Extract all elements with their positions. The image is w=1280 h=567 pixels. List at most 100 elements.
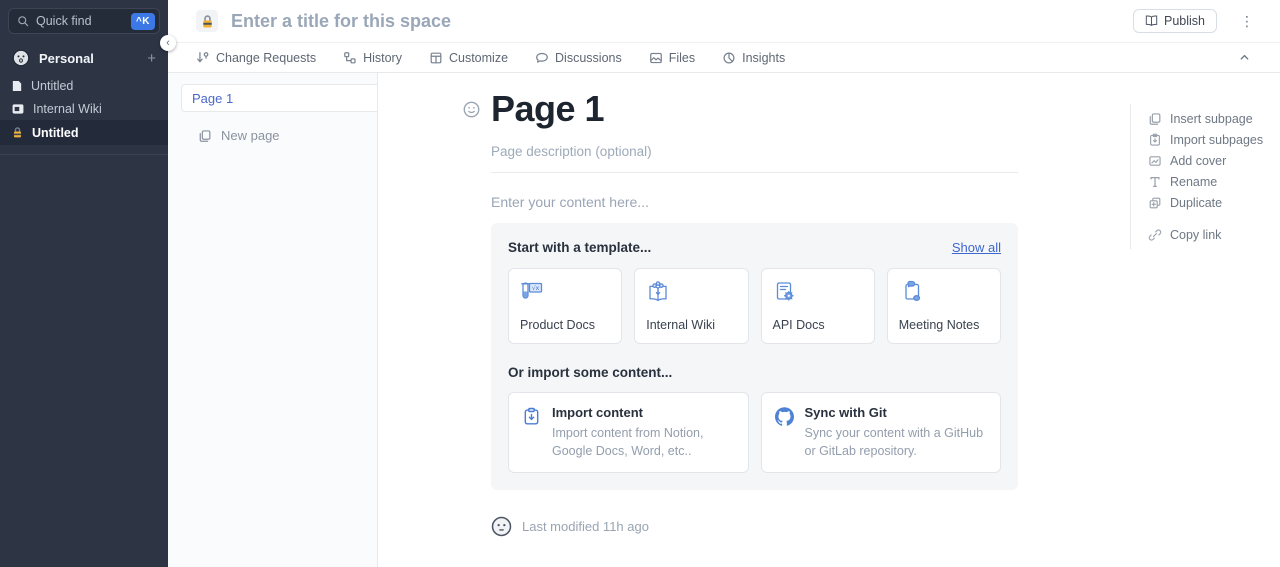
add-space-button[interactable]: + [147, 51, 156, 66]
collapse-header-button[interactable] [1239, 52, 1250, 63]
sidebar-divider [0, 154, 168, 155]
avatar-face-icon [12, 49, 30, 67]
template-section-title: Start with a template... [508, 240, 651, 255]
smiley-icon[interactable] [463, 101, 480, 118]
insights-icon [722, 51, 736, 65]
pages-icon [198, 129, 212, 143]
duplicate-icon [1148, 196, 1162, 210]
space-emoji-button[interactable] [196, 10, 218, 32]
template-card-internal-wiki[interactable]: Internal Wiki [634, 268, 748, 344]
import-section-title: Or import some content... [508, 365, 1001, 380]
book-icon [12, 104, 24, 114]
space-body: Page 1 New page Page 1 [168, 73, 1280, 567]
space-tabbar: Change Requests History Customize Discus… [168, 42, 1280, 73]
internal-wiki-icon [646, 280, 736, 304]
sidebar-section-personal[interactable]: Personal + [0, 42, 168, 74]
sidebar-item-label: Untitled [31, 79, 73, 93]
change-request-icon [196, 51, 210, 65]
page-description-input[interactable]: Page description (optional) [491, 144, 1018, 159]
page-title[interactable]: Page 1 [491, 88, 604, 130]
github-icon [775, 407, 794, 460]
new-page-button[interactable]: New page [168, 128, 377, 143]
collapse-sidebar-button[interactable]: ‹ [160, 35, 176, 51]
action-label: Add cover [1170, 154, 1226, 168]
page-editor: Page 1 Page description (optional) Enter… [378, 73, 1280, 567]
show-all-link[interactable]: Show all [952, 240, 1001, 255]
import-card-title: Import content [552, 405, 735, 420]
template-card-label: Internal Wiki [646, 318, 736, 332]
copy-link-button[interactable]: Copy link [1148, 224, 1263, 245]
app-window: Quick find ^K Personal + Untitled Intern… [0, 0, 1280, 567]
duplicate-button[interactable]: Duplicate [1148, 192, 1263, 213]
tab-history[interactable]: History [343, 51, 402, 65]
search-icon [17, 15, 29, 27]
action-label: Copy link [1170, 228, 1221, 242]
add-cover-button[interactable]: Add cover [1148, 150, 1263, 171]
page-list-label: New page [221, 128, 280, 143]
import-content-card[interactable]: Import content Import content from Notio… [508, 392, 749, 473]
page-list-item-selected[interactable]: Page 1 [181, 84, 377, 112]
publish-label: Publish [1164, 14, 1205, 28]
page-icon [12, 80, 22, 92]
import-clipboard-icon [522, 407, 541, 460]
action-label: Duplicate [1170, 196, 1222, 210]
import-card-description: Import content from Notion, Google Docs,… [552, 424, 735, 460]
template-card-api-docs[interactable]: API Docs [761, 268, 875, 344]
template-card-product-docs[interactable]: √x Product Docs [508, 268, 622, 344]
tab-label: Files [669, 51, 695, 65]
publish-button[interactable]: Publish [1133, 9, 1217, 33]
tab-label: Change Requests [216, 51, 316, 65]
page-title-row: Page 1 [463, 88, 1018, 130]
pages-sidebar: Page 1 New page [168, 73, 378, 567]
avatar-face-icon[interactable] [491, 516, 512, 537]
import-cards: Import content Import content from Notio… [508, 392, 1001, 473]
lock-icon [12, 126, 23, 139]
rename-button[interactable]: Rename [1148, 171, 1263, 192]
template-header: Start with a template... Show all [508, 240, 1001, 255]
page-actions-menu: Insert subpage Import subpages Add cover [1130, 104, 1263, 249]
tab-label: Customize [449, 51, 508, 65]
insert-subpage-button[interactable]: Insert subpage [1148, 108, 1263, 129]
action-label: Import subpages [1170, 133, 1263, 147]
sidebar-item-untitled-2[interactable]: Untitled [0, 120, 168, 145]
import-subpages-button[interactable]: Import subpages [1148, 129, 1263, 150]
files-icon [649, 51, 663, 65]
copy-link-icon [1148, 228, 1162, 242]
publish-book-icon [1145, 15, 1158, 27]
tab-change-requests[interactable]: Change Requests [196, 51, 316, 65]
action-label: Rename [1170, 175, 1217, 189]
sync-with-git-card[interactable]: Sync with Git Sync your content with a G… [761, 392, 1002, 473]
template-card-label: Meeting Notes [899, 318, 989, 332]
add-cover-icon [1148, 154, 1162, 168]
tab-insights[interactable]: Insights [722, 51, 785, 65]
getting-started-panel: Start with a template... Show all √x Pro… [491, 223, 1018, 490]
page-content-column: Page 1 Page description (optional) Enter… [491, 73, 1018, 537]
product-docs-icon: √x [520, 280, 610, 304]
template-card-label: API Docs [773, 318, 863, 332]
discussion-icon [535, 51, 549, 65]
meeting-notes-icon [899, 280, 989, 304]
space-title-input[interactable]: Enter a title for this space [231, 11, 1133, 32]
template-card-meeting-notes[interactable]: Meeting Notes [887, 268, 1001, 344]
api-docs-icon [773, 280, 863, 304]
more-options-button[interactable]: ⋮ [1234, 11, 1260, 32]
quick-find-button[interactable]: Quick find ^K [8, 8, 160, 34]
description-divider [491, 172, 1018, 173]
tab-label: History [363, 51, 402, 65]
page-list-label: Page 1 [192, 91, 233, 106]
history-icon [343, 51, 357, 65]
sidebar-item-untitled-1[interactable]: Untitled [0, 74, 168, 97]
sidebar-item-internal-wiki[interactable]: Internal Wiki [0, 97, 168, 120]
import-subpages-icon [1148, 133, 1162, 147]
content-placeholder[interactable]: Enter your content here... [491, 194, 1018, 210]
lock-icon [201, 14, 214, 29]
tab-files[interactable]: Files [649, 51, 695, 65]
customize-icon [429, 51, 443, 65]
tab-label: Insights [742, 51, 785, 65]
tab-customize[interactable]: Customize [429, 51, 508, 65]
space-titlebar: Enter a title for this space Publish ⋮ [168, 0, 1280, 42]
last-modified-row: Last modified 11h ago [491, 516, 1018, 537]
tab-label: Discussions [555, 51, 622, 65]
tab-discussions[interactable]: Discussions [535, 51, 622, 65]
template-cards: √x Product Docs Internal Wiki [508, 268, 1001, 344]
